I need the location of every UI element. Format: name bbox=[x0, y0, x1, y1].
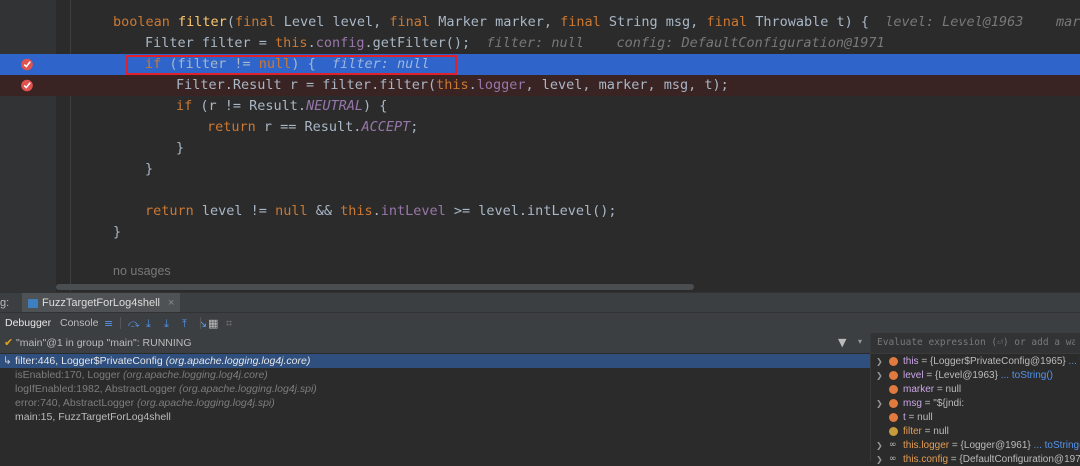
variable-row[interactable]: t = null bbox=[871, 411, 1080, 424]
toolbar-separator bbox=[120, 317, 121, 329]
variable-row[interactable]: marker = null bbox=[871, 383, 1080, 396]
variable-row[interactable]: ❯ level = {Level@1963} ... toString() bbox=[871, 369, 1080, 382]
code-editor[interactable]: boolean filter(final Level level, final … bbox=[0, 0, 1080, 292]
expand-chevron-icon[interactable]: ❯ bbox=[876, 355, 883, 368]
watch-ref-icon: ∞ bbox=[889, 454, 897, 464]
close-icon[interactable]: × bbox=[168, 297, 174, 309]
breakpoint-check-icon[interactable] bbox=[20, 78, 34, 92]
variable-value: = null bbox=[934, 384, 962, 395]
to-string-link[interactable]: ... toS bbox=[1066, 356, 1080, 367]
expand-chevron-icon[interactable]: ❯ bbox=[876, 453, 883, 466]
variable-name: this.logger bbox=[903, 440, 950, 451]
debug-toolbar: Debugger Console ≡ ⤼ ⤓ ⤓ ⤒ ↘ ▦ ⌗ bbox=[0, 312, 1080, 334]
breakpoint-check-icon[interactable] bbox=[20, 57, 34, 71]
tab-run-config[interactable]: FuzzTargetForLog4shell × bbox=[22, 293, 181, 313]
thread-selector[interactable]: ✔ "main"@1 in group "main": RUNNING ▼ ▾ bbox=[0, 333, 870, 353]
code-line[interactable]: if (r != Result.NEUTRAL) { bbox=[0, 96, 1080, 117]
inline-value-hint: filter: null config: DefaultConfiguratio… bbox=[486, 35, 885, 51]
chevron-down-icon[interactable]: ▾ bbox=[858, 337, 862, 346]
breakpoint-line[interactable]: Filter.Result r = filter.filter(this.log… bbox=[0, 75, 1080, 96]
variable-row[interactable]: ❯ msg = "${jndi: bbox=[871, 397, 1080, 410]
variable-value: = {Logger@1961} bbox=[949, 440, 1031, 451]
variable-name: this bbox=[903, 356, 919, 367]
force-step-into-icon[interactable]: ⤓ bbox=[164, 317, 169, 331]
step-out-icon[interactable]: ⤒ bbox=[182, 317, 187, 331]
expand-chevron-icon[interactable]: ❯ bbox=[876, 369, 883, 382]
variable-name: marker bbox=[903, 384, 935, 395]
parameter-icon bbox=[889, 413, 898, 422]
parameter-icon bbox=[889, 385, 898, 394]
debug-tool-header: g: FuzzTargetForLog4shell × bbox=[0, 292, 1080, 313]
code-line[interactable]: } bbox=[0, 222, 1080, 243]
expand-chevron-icon[interactable]: ❯ bbox=[876, 397, 883, 410]
variable-row[interactable]: ❯ ∞ this.config = {DefaultConfiguration@… bbox=[871, 453, 1080, 466]
code-line[interactable]: Filter filter = this.config.getFilter();… bbox=[0, 33, 1080, 54]
step-into-icon[interactable]: ⤓ bbox=[146, 317, 151, 331]
variable-name: level bbox=[903, 370, 924, 381]
variable-row[interactable]: ❯ ∞ this.logger = {Logger@1961} ... toSt… bbox=[871, 439, 1080, 452]
local-variable-icon bbox=[889, 427, 898, 436]
variable-value: = null bbox=[905, 412, 933, 423]
stack-frame[interactable]: main:15, FuzzTargetForLog4shell bbox=[0, 410, 870, 424]
variable-name: msg bbox=[903, 398, 922, 409]
frame-method: filter:446, Logger$PrivateConfig bbox=[15, 355, 163, 367]
run-config-icon bbox=[28, 298, 38, 308]
frame-package: (org.apache.logging.log4j.core) bbox=[165, 355, 311, 367]
variable-value: = {Level@1963} bbox=[923, 370, 998, 381]
trace-icon[interactable]: ⌗ bbox=[226, 317, 232, 331]
tab-console[interactable]: Console bbox=[60, 317, 99, 329]
debug-label: g: bbox=[0, 297, 10, 309]
frame-package: (org.apache.logging.log4j.core) bbox=[123, 369, 268, 381]
code-line[interactable]: } bbox=[0, 159, 1080, 180]
evaluate-expression-input[interactable] bbox=[877, 335, 1075, 350]
frame-method: main:15, FuzzTargetForLog4shell bbox=[15, 411, 171, 423]
code-line[interactable]: boolean filter(final Level level, final … bbox=[0, 12, 1080, 33]
to-string-link[interactable]: ... toString() bbox=[998, 370, 1053, 381]
inline-value-hint: level: Level@1963 marker: r bbox=[885, 14, 1080, 30]
filter-icon[interactable]: ▼ bbox=[838, 336, 846, 349]
tab-label: FuzzTargetForLog4shell bbox=[42, 297, 161, 309]
toolbar-separator bbox=[200, 317, 201, 329]
stack-frame[interactable]: error:740, AbstractLogger (org.apache.lo… bbox=[0, 396, 870, 410]
variable-value: = "${jndi: bbox=[921, 398, 965, 409]
watch-ref-icon: ∞ bbox=[889, 440, 897, 450]
code-line[interactable]: return level != null && this.intLevel >=… bbox=[0, 201, 1080, 222]
frame-method: isEnabled:170, Logger bbox=[15, 369, 121, 381]
parameter-icon bbox=[889, 399, 898, 408]
variable-row[interactable]: ❯ this = {Logger$PrivateConfig@1965} ...… bbox=[871, 355, 1080, 368]
step-over-icon[interactable]: ⤼ bbox=[128, 317, 140, 331]
parameter-icon bbox=[889, 371, 898, 380]
current-frame-arrow-icon: ↳ bbox=[3, 355, 12, 367]
highlight-box bbox=[126, 55, 457, 75]
no-usages-hint: no usages bbox=[113, 264, 171, 278]
variable-value: = {DefaultConfiguration@1971} bbox=[948, 454, 1080, 465]
stack-frame[interactable]: ↳ filter:446, Logger$PrivateConfig (org.… bbox=[0, 354, 870, 368]
horizontal-scrollbar[interactable] bbox=[56, 284, 694, 290]
object-icon bbox=[889, 357, 898, 366]
variable-row[interactable]: filter = null bbox=[871, 425, 1080, 438]
code-line[interactable]: } bbox=[0, 138, 1080, 159]
variables-panel: ❯ this = {Logger$PrivateConfig@1965} ...… bbox=[870, 333, 1080, 465]
frame-method: logIfEnabled:1982, AbstractLogger bbox=[15, 383, 177, 395]
to-string-link[interactable]: ... toString( bbox=[1031, 440, 1080, 451]
evaluate-bar bbox=[871, 333, 1080, 354]
frame-method: error:740, AbstractLogger bbox=[15, 397, 135, 409]
variable-value: = null bbox=[921, 426, 949, 437]
stack-frame[interactable]: logIfEnabled:1982, AbstractLogger (org.a… bbox=[0, 382, 870, 396]
stack-frame[interactable]: isEnabled:170, Logger (org.apache.loggin… bbox=[0, 368, 870, 382]
tab-debugger[interactable]: Debugger bbox=[5, 317, 51, 329]
thread-status: "main"@1 in group "main": RUNNING bbox=[16, 337, 192, 349]
frame-package: (org.apache.logging.log4j.spi) bbox=[137, 397, 275, 409]
evaluate-expression-icon[interactable]: ▦ bbox=[208, 317, 218, 330]
expand-chevron-icon[interactable]: ❯ bbox=[876, 439, 883, 452]
code-line[interactable]: return r == Result.ACCEPT; bbox=[0, 117, 1080, 138]
menu-icon[interactable]: ≡ bbox=[104, 317, 113, 330]
variable-name: this.config bbox=[903, 454, 949, 465]
frame-package: (org.apache.logging.log4j.spi) bbox=[179, 383, 317, 395]
thread-check-icon: ✔ bbox=[4, 336, 14, 349]
frames-panel: ✔ "main"@1 in group "main": RUNNING ▼ ▾ … bbox=[0, 333, 870, 461]
variable-value: = {Logger$PrivateConfig@1965} bbox=[918, 356, 1066, 367]
variable-name: filter bbox=[903, 426, 922, 437]
